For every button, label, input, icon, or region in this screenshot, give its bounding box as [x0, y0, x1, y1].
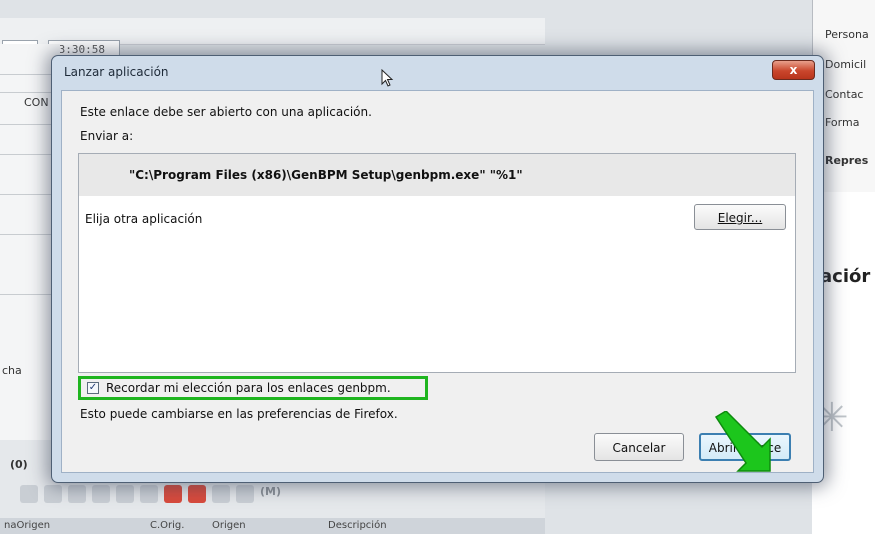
right-heading-fragment: aciór	[820, 266, 871, 287]
dialog-body: Este enlace debe ser abierto con una apl…	[61, 90, 814, 473]
toolbar-icon[interactable]	[164, 485, 182, 503]
remember-choice-label[interactable]: Recordar mi elección para los enlaces ge…	[106, 381, 391, 395]
bottom-count: (0)	[10, 458, 28, 471]
table-header-cell[interactable]: Descripción	[328, 520, 387, 531]
dialog-title: Lanzar aplicación	[64, 65, 169, 79]
close-icon: x	[789, 63, 798, 77]
close-button[interactable]: x	[772, 60, 815, 80]
mouse-cursor-icon	[381, 69, 394, 87]
right-panel-item[interactable]: Repres	[825, 154, 868, 167]
toolbar-icon[interactable]	[212, 485, 230, 503]
background-label-con: CON	[24, 96, 49, 109]
background-label-fecha: cha	[2, 364, 22, 377]
dialog-message: Este enlace debe ser abierto con una apl…	[80, 105, 372, 119]
application-list[interactable]: "C:\Program Files (x86)\GenBPM Setup\gen…	[78, 153, 796, 373]
background-table-header: naOrigen C.Orig. Origen Descripción	[0, 518, 545, 534]
application-path: "C:\Program Files (x86)\GenBPM Setup\gen…	[129, 168, 523, 182]
background-toolbar: 016 13:30:58	[0, 18, 545, 58]
application-list-item-genbpm[interactable]: "C:\Program Files (x86)\GenBPM Setup\gen…	[79, 154, 795, 196]
right-panel-item[interactable]: Persona	[825, 28, 869, 41]
application-list-item-other[interactable]: Elija otra aplicación	[79, 202, 795, 232]
toolbar-icon[interactable]	[140, 485, 158, 503]
green-arrow-icon	[714, 411, 771, 472]
dialog-titlebar[interactable]: Lanzar aplicación x	[52, 56, 823, 90]
toolbar-icon[interactable]	[92, 485, 110, 503]
preferences-note: Esto puede cambiarse en las preferencias…	[80, 407, 398, 421]
right-panel-item[interactable]: Forma	[825, 116, 859, 129]
toolbar-icon[interactable]	[44, 485, 62, 503]
cancel-button[interactable]: Cancelar	[594, 433, 684, 461]
toolbar-icon[interactable]	[20, 485, 38, 503]
table-header-cell[interactable]: Origen	[212, 520, 246, 531]
other-application-label: Elija otra aplicación	[85, 212, 203, 226]
choose-button[interactable]: Elegir...	[694, 204, 786, 230]
right-panel-item[interactable]: Domicil	[825, 58, 866, 71]
right-panel-item[interactable]: Contac	[825, 88, 863, 101]
toolbar-icon[interactable]	[188, 485, 206, 503]
choose-button-label: Elegir...	[717, 211, 763, 225]
background-icon-toolbar: (M)	[20, 485, 281, 503]
launch-application-dialog: Lanzar aplicación x Este enlace debe ser…	[51, 55, 824, 483]
send-to-label: Enviar a:	[80, 129, 134, 143]
toolbar-icon[interactable]	[116, 485, 134, 503]
table-header-cell[interactable]: naOrigen	[4, 520, 50, 531]
remember-choice-checkbox[interactable]: ✓	[87, 382, 99, 394]
remember-choice-highlight: ✓ Recordar mi elección para los enlaces …	[78, 376, 428, 400]
table-header-cell[interactable]: C.Orig.	[150, 520, 184, 531]
toolbar-icon[interactable]	[236, 485, 254, 503]
toolbar-tail-label: (M)	[260, 485, 282, 498]
toolbar-icon[interactable]	[68, 485, 86, 503]
